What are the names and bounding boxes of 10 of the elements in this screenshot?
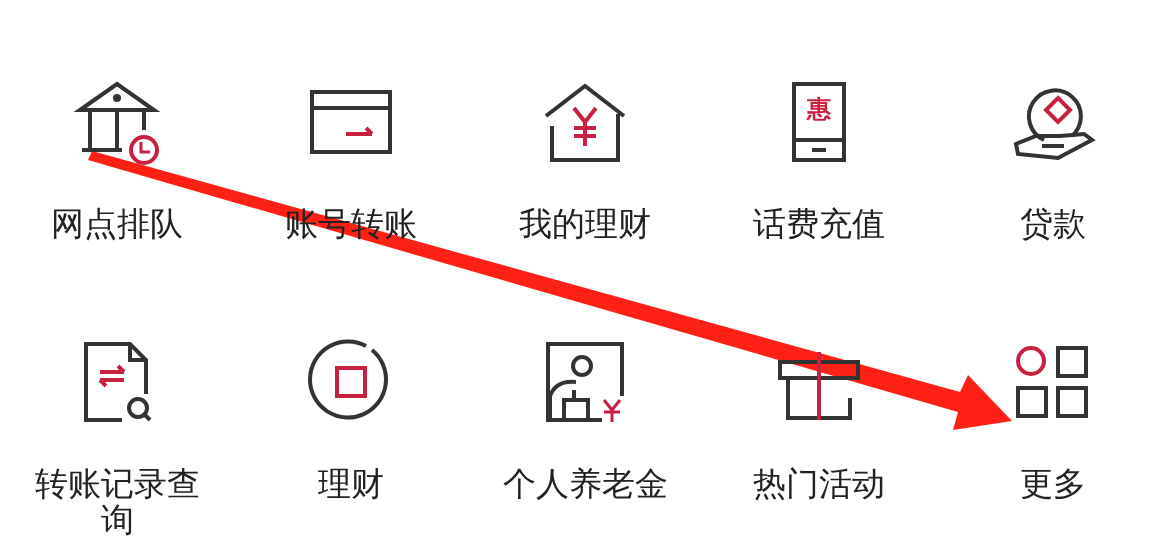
icon-character: 惠 bbox=[807, 95, 831, 123]
menu-item-label[interactable]: 网点排队 bbox=[51, 200, 183, 242]
menu-item-label[interactable]: 理财 bbox=[318, 460, 384, 502]
menu-item-label[interactable]: 个人养老金 bbox=[502, 460, 668, 502]
menu-item-label[interactable]: 贷款 bbox=[1020, 200, 1086, 242]
menu-item-label[interactable]: 热门活动 bbox=[753, 460, 885, 502]
menu-item-label[interactable]: 话费充值 bbox=[753, 200, 885, 242]
menu-item-label[interactable]: 更多 bbox=[1020, 460, 1086, 502]
menu-item-label[interactable]: 我的理财 bbox=[519, 200, 651, 242]
menu-item-label[interactable]: 转账记录查询 bbox=[27, 460, 207, 538]
